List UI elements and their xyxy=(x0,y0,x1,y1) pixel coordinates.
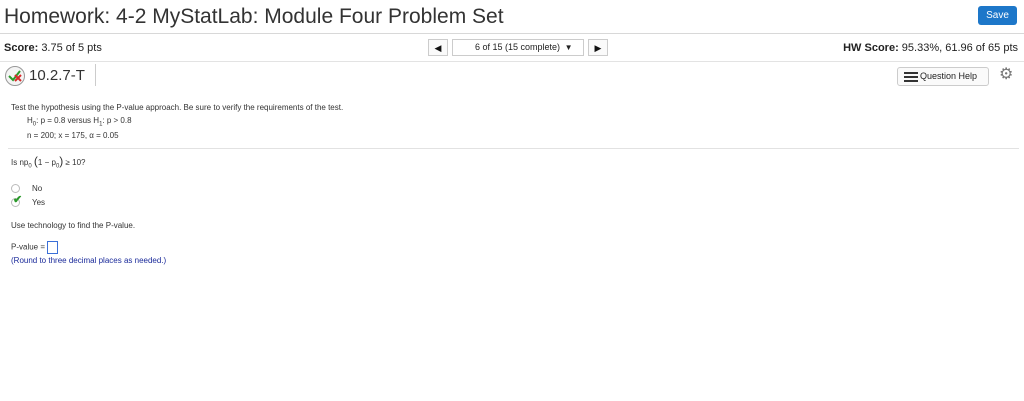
prev-question-button[interactable]: ◀ xyxy=(428,39,448,56)
divider xyxy=(95,64,96,86)
score-label: Score: xyxy=(4,42,39,54)
pvalue-row: P-value = xyxy=(11,241,59,254)
condition-text: ≥ 10? xyxy=(65,158,86,167)
score-value: 3.75 of 5 pts xyxy=(41,42,102,54)
question-help-button[interactable]: Question Help xyxy=(897,67,989,86)
score: Score: 3.75 of 5 pts xyxy=(4,42,102,54)
question-position: 6 of 15 (15 complete) xyxy=(475,42,561,52)
pvalue-input[interactable] xyxy=(47,241,59,254)
question-help-label: Question Help xyxy=(920,71,978,81)
pvalue-label: P-value = xyxy=(11,242,46,252)
header-bar: Homework: 4-2 MyStatLab: Module Four Pro… xyxy=(0,0,1024,34)
hw-score: HW Score: 95.33%, 61.96 of 65 pts xyxy=(843,42,1018,54)
h1-text: : p > 0.8 xyxy=(102,116,132,125)
givens: n = 200; x = 175, α = 0.05 xyxy=(27,131,119,140)
divider xyxy=(8,148,1019,149)
question-navigator: ◀ 6 of 15 (15 complete) ▼ ▶ xyxy=(428,39,608,56)
save-button[interactable]: Save xyxy=(978,6,1017,25)
option-no-label: No xyxy=(32,184,43,193)
hypotheses: H0: p = 0.8 versus H1: p > 0.8 xyxy=(27,116,132,128)
option-yes-label: Yes xyxy=(32,198,46,207)
technology-prompt: Use technology to find the P-value. xyxy=(11,221,136,230)
score-bar: Score: 3.75 of 5 pts ◀ 6 of 15 (15 compl… xyxy=(0,34,1024,62)
dropdown-arrow-icon: ▼ xyxy=(564,43,573,52)
question-id: 10.2.7-T xyxy=(29,67,85,84)
partial-credit-icon xyxy=(5,66,25,86)
gear-icon[interactable]: ⚙ xyxy=(999,67,1015,83)
instruction-text: Test the hypothesis using the P-value ap… xyxy=(11,103,344,112)
hw-score-value: 95.33%, 61.96 of 65 pts xyxy=(901,42,1018,54)
checkmark-icon: ✔ xyxy=(13,194,23,206)
next-question-button[interactable]: ▶ xyxy=(588,39,608,56)
question-select[interactable]: 6 of 15 (15 complete) ▼ xyxy=(452,39,584,56)
list-icon xyxy=(904,72,918,82)
h0-text: p = 0.8 versus H xyxy=(40,116,100,125)
page-title: Homework: 4-2 MyStatLab: Module Four Pro… xyxy=(4,5,504,28)
hw-score-label: HW Score: xyxy=(843,42,899,54)
round-note: (Round to three decimal places as needed… xyxy=(11,256,167,265)
condition-question: Is np0 (1 − p0) ≥ 10? xyxy=(11,154,86,170)
radio-no[interactable] xyxy=(11,184,20,193)
